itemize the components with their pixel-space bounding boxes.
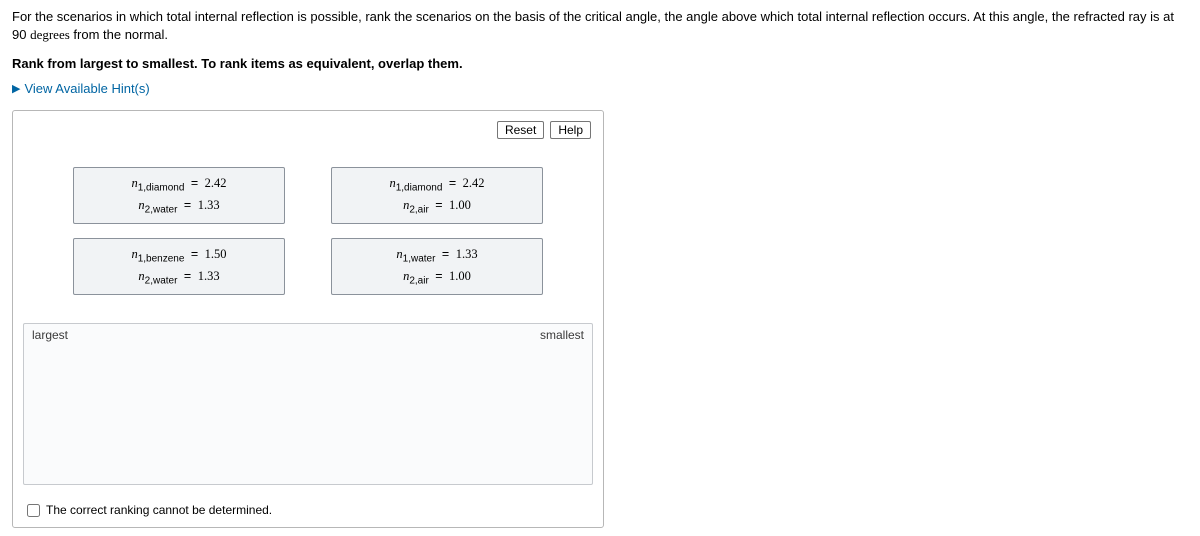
rank-items-source: n1,diamond = 2.42 n2,water = 1.33 n1,dia… [23, 167, 593, 295]
rank-item[interactable]: n1,water = 1.33 n2,air = 1.00 [331, 238, 543, 295]
chevron-right-icon: ▶ [12, 82, 20, 95]
question-line1-pre: For the scenarios in which total interna… [12, 9, 1174, 42]
degrees-word: degrees [30, 27, 70, 42]
cannot-determine-label: The correct ranking cannot be determined… [46, 503, 272, 517]
cannot-determine-checkbox[interactable] [27, 504, 40, 517]
question-line1-post: from the normal. [70, 27, 168, 42]
rank-item[interactable]: n1,benzene = 1.50 n2,water = 1.33 [73, 238, 285, 295]
ranking-drop-zone[interactable]: largest smallest [23, 323, 593, 485]
rank-item[interactable]: n1,diamond = 2.42 n2,air = 1.00 [331, 167, 543, 224]
hint-link-label: View Available Hint(s) [24, 81, 149, 96]
drop-label-largest: largest [26, 328, 74, 342]
cannot-determine-row[interactable]: The correct ranking cannot be determined… [23, 503, 593, 517]
help-button[interactable]: Help [550, 121, 591, 139]
drop-label-smallest: smallest [534, 328, 590, 342]
ranking-panel: Reset Help n1,diamond = 2.42 n2,water = … [12, 110, 604, 528]
panel-toolbar: Reset Help [23, 121, 593, 139]
rank-item[interactable]: n1,diamond = 2.42 n2,water = 1.33 [73, 167, 285, 224]
rank-instruction: Rank from largest to smallest. To rank i… [12, 56, 1188, 71]
question-text: For the scenarios in which total interna… [12, 8, 1188, 44]
view-hints-link[interactable]: ▶ View Available Hint(s) [12, 81, 1188, 96]
reset-button[interactable]: Reset [497, 121, 544, 139]
